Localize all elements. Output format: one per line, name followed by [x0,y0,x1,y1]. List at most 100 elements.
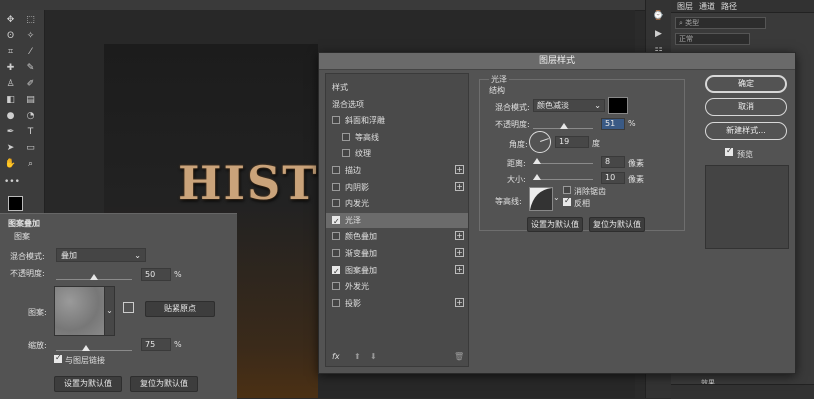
add-effect-icon[interactable]: + [455,264,464,274]
style-item[interactable]: 描边 + [326,163,468,178]
angle-input[interactable]: 19 [555,136,589,148]
pattern-picker-chevron-icon[interactable]: ⌄ [104,286,115,336]
more-tools-icon[interactable]: ••• [4,176,20,188]
size-input[interactable]: 10 [601,172,625,184]
style-item[interactable]: 内阴影 + [326,180,468,195]
opacity-input[interactable]: 50 [141,268,171,281]
move-up-icon[interactable]: ⬆ [354,352,361,361]
style-item-checkbox[interactable] [332,282,340,291]
scale-slider-thumb[interactable] [82,345,90,351]
contour-thumbnail[interactable] [529,187,553,211]
scale-input[interactable]: 75 [141,338,171,351]
add-effect-icon[interactable]: + [455,231,464,241]
satin-make-default-button[interactable]: 设置为默认值 [527,217,583,232]
style-item[interactable]: 颜色叠加 + [326,229,468,244]
trash-icon[interactable]: 🗑 [454,352,464,361]
style-item-checkbox[interactable] [332,214,340,229]
antialias-checkbox[interactable] [563,186,571,194]
history-brush-icon[interactable]: ✐ [24,78,37,90]
style-item-checkbox[interactable] [332,264,340,279]
style-item[interactable]: 渐变叠加 + [326,246,468,261]
style-item[interactable]: 等高线 [326,130,468,145]
lasso-tool-icon[interactable]: ʘ [4,30,17,42]
add-effect-icon[interactable]: + [455,248,464,257]
gradient-tool-icon[interactable]: ▤ [24,94,37,106]
distance-input[interactable]: 8 [601,156,625,168]
blur-tool-icon[interactable]: ● [4,110,17,122]
layer-filter-select[interactable]: ⌕ 类型 [675,17,766,29]
style-item-checkbox[interactable] [332,199,340,208]
layer-blend-mode-select[interactable]: 正常 [675,33,750,45]
move-tool-icon[interactable]: ✥ [4,14,17,26]
link-with-layer-checkbox[interactable] [54,353,62,363]
tab-layers[interactable]: 图层 [677,1,693,12]
tab-channels[interactable]: 通道 [699,1,715,12]
ok-button[interactable]: 确定 [705,75,787,93]
size-slider[interactable] [533,179,593,180]
add-effect-icon[interactable]: + [455,181,464,191]
scale-slider[interactable] [56,350,132,351]
style-item[interactable]: 纹理 [326,146,468,161]
snap-to-origin-button[interactable]: 贴紧原点 [145,301,215,317]
reset-to-default-button[interactable]: 复位为默认值 [130,376,198,392]
style-item[interactable]: 外发光 [326,279,468,294]
style-item[interactable]: 斜面和浮雕 [326,113,468,128]
satin-blend-select[interactable]: 颜色减淡 ⌄ [533,99,605,112]
distance-slider[interactable] [533,163,593,164]
add-effect-icon[interactable]: + [455,297,464,307]
magic-wand-icon[interactable]: ✧ [24,30,37,42]
satin-color-swatch[interactable] [608,97,628,114]
satin-opacity-input[interactable]: 51 [601,118,625,130]
eyedropper-icon[interactable]: ⁄ [24,46,37,58]
zoom-tool-icon[interactable]: ⌕ [24,158,37,170]
move-down-icon[interactable]: ⬇ [370,352,377,361]
hand-tool-icon[interactable]: ✋ [4,158,17,170]
angle-dial[interactable] [529,131,551,153]
foreground-color-swatch[interactable] [8,196,23,211]
path-select-icon[interactable]: ➤ [4,142,17,154]
size-slider-thumb[interactable] [533,174,541,180]
distance-slider-thumb[interactable] [533,158,541,164]
fx-icon[interactable]: fx [332,352,340,361]
marquee-tool-icon[interactable]: ⬚ [24,14,37,26]
eraser-tool-icon[interactable]: ◧ [4,94,17,106]
history-panel-icon[interactable]: ⌚ [652,10,665,22]
tab-paths[interactable]: 路径 [721,1,737,12]
blend-mode-select[interactable]: 叠加 ⌄ [56,248,146,262]
preview-checkbox[interactable] [725,146,733,156]
rectangle-tool-icon[interactable]: ▭ [24,142,37,154]
contour-chevron-icon[interactable]: ⌄ [553,193,560,202]
style-item[interactable]: 光泽 [326,212,468,229]
style-item[interactable]: 混合选项 [326,97,468,112]
stamp-tool-icon[interactable]: ♙ [4,78,17,90]
opacity-slider-thumb[interactable] [90,274,98,280]
style-item-checkbox[interactable] [332,116,340,125]
type-tool-icon[interactable]: T [24,126,37,138]
style-item[interactable]: 样式 [326,80,468,95]
invert-checkbox[interactable] [563,196,571,206]
new-style-button[interactable]: 新建样式... [705,122,787,140]
pattern-swatch[interactable] [54,286,105,336]
actions-panel-icon[interactable]: ▶ [652,28,665,40]
style-item-checkbox[interactable] [332,166,340,174]
satin-opacity-slider-thumb[interactable] [559,123,568,129]
style-item[interactable]: 图案叠加 + [326,263,468,279]
add-effect-icon[interactable]: + [455,165,464,174]
style-item-checkbox[interactable] [332,298,340,307]
style-item-checkbox[interactable] [342,132,350,141]
cancel-button[interactable]: 取消 [705,98,787,116]
style-item-checkbox[interactable] [332,182,340,191]
dodge-tool-icon[interactable]: ◔ [24,110,37,122]
style-item-checkbox[interactable] [342,149,350,158]
crop-tool-icon[interactable]: ⌗ [4,46,17,58]
brush-tool-icon[interactable]: ✎ [24,62,37,74]
new-preset-icon[interactable] [123,302,134,313]
style-item[interactable]: 投影 + [326,296,468,311]
make-default-button[interactable]: 设置为默认值 [54,376,122,392]
healing-brush-icon[interactable]: ✚ [4,62,17,74]
style-item-checkbox[interactable] [332,232,340,241]
style-item-checkbox[interactable] [332,249,340,257]
satin-reset-default-button[interactable]: 复位为默认值 [589,217,645,232]
style-item[interactable]: 内发光 [326,196,468,211]
pen-tool-icon[interactable]: ✒ [4,126,17,138]
